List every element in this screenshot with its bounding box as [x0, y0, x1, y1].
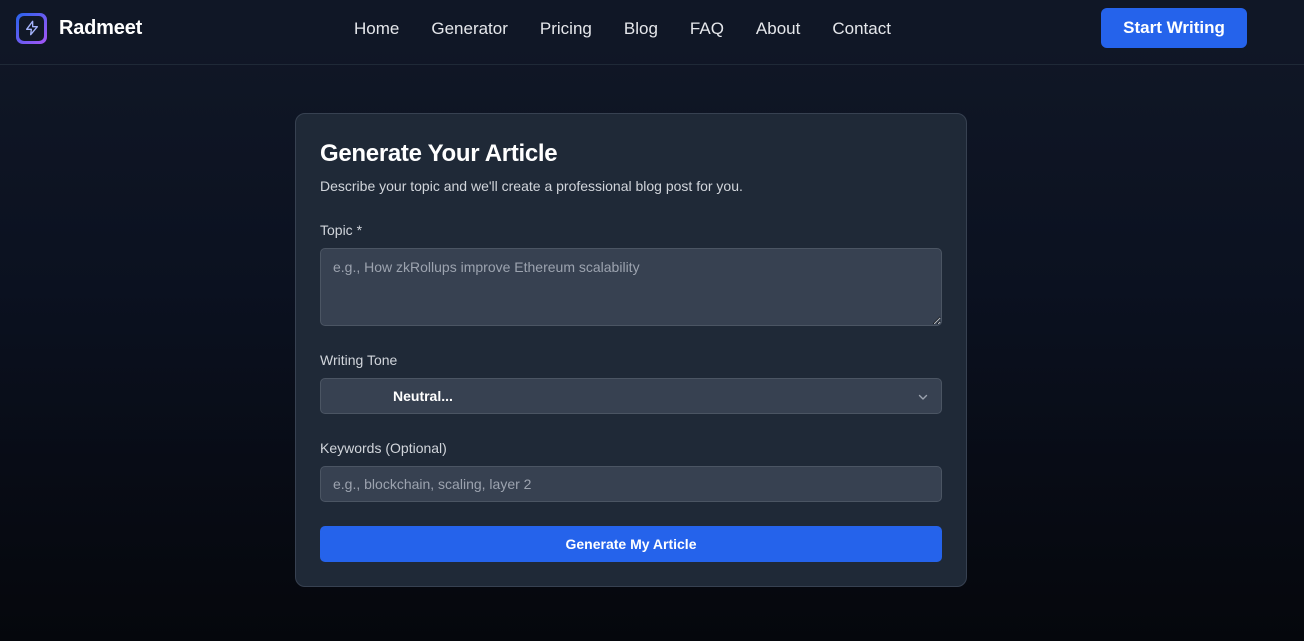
form-title: Generate Your Article — [320, 140, 558, 167]
topic-label: Topic * — [320, 222, 363, 238]
article-generator-card: Generate Your Article Describe your topi… — [295, 113, 967, 587]
brand-name: Radmeet — [59, 16, 143, 39]
topic-textarea[interactable] — [320, 248, 942, 326]
nav-link-home[interactable]: Home — [354, 19, 399, 39]
brand[interactable]: Radmeet — [16, 12, 142, 44]
chevron-down-icon — [918, 394, 928, 400]
nav-link-generator[interactable]: Generator — [431, 19, 508, 39]
nav-link-pricing[interactable]: Pricing — [540, 19, 592, 39]
writing-tone-value: Neutral... — [393, 388, 453, 404]
nav-link-about[interactable]: About — [756, 19, 800, 39]
writing-tone-label: Writing Tone — [320, 352, 398, 368]
generate-article-button[interactable]: Generate My Article — [320, 526, 942, 562]
nav-link-faq[interactable]: FAQ — [690, 19, 724, 39]
main-nav: Home Generator Pricing Blog FAQ About Co… — [354, 18, 891, 40]
nav-link-contact[interactable]: Contact — [832, 19, 891, 39]
writing-tone-select[interactable]: Neutral... — [320, 378, 942, 414]
lightning-bolt-icon — [16, 12, 47, 44]
keywords-input[interactable] — [320, 466, 942, 502]
nav-link-blog[interactable]: Blog — [624, 19, 658, 39]
start-writing-button[interactable]: Start Writing — [1101, 8, 1247, 48]
keywords-label: Keywords (Optional) — [320, 440, 447, 456]
site-header: Radmeet Home Generator Pricing Blog FAQ … — [0, 0, 1304, 65]
form-subtitle: Describe your topic and we'll create a p… — [320, 178, 743, 194]
